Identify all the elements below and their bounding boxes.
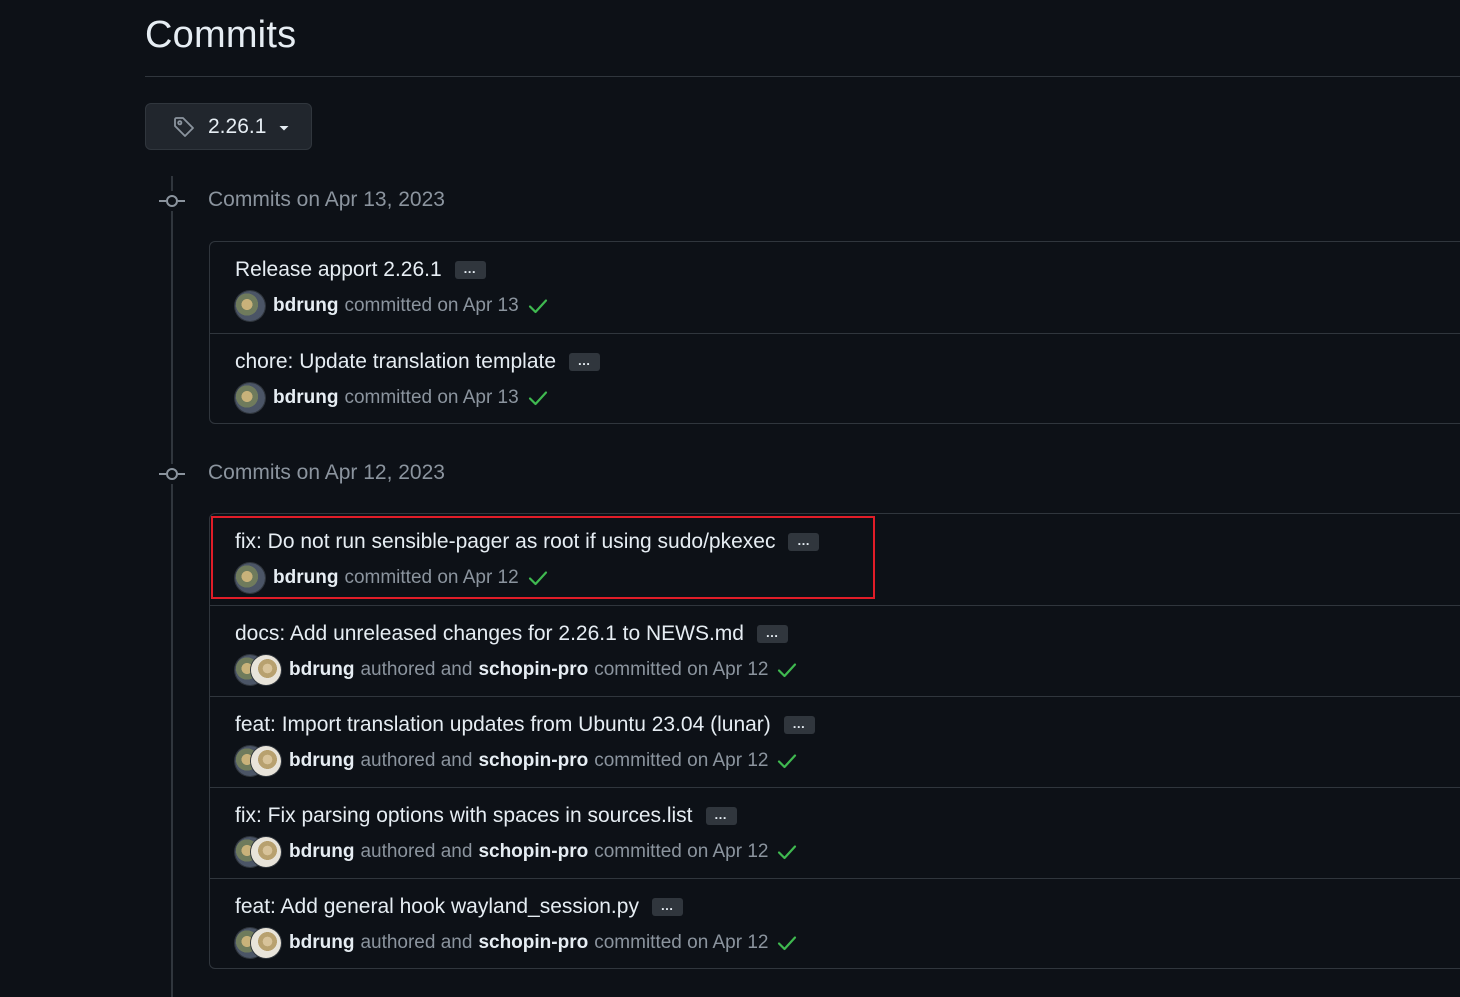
- check-icon[interactable]: [776, 750, 798, 772]
- committer-link[interactable]: schopin-pro: [478, 932, 588, 954]
- commit-meta-text: committed on Apr 12: [344, 567, 519, 588]
- tag-icon: [172, 115, 196, 139]
- expand-message-button[interactable]: …: [651, 898, 683, 916]
- timeline-line: [171, 176, 173, 997]
- commit-group-heading: Commits on Apr 12, 2023: [208, 461, 445, 484]
- commit-row: feat: Import translation updates from Ub…: [210, 696, 1460, 787]
- author-link[interactable]: bdrung: [289, 750, 354, 772]
- committer-avatar[interactable]: [251, 928, 281, 958]
- caret-down-icon: [278, 121, 290, 133]
- commit-title-link[interactable]: docs: Add unreleased changes for 2.26.1 …: [235, 622, 744, 646]
- commit-row: Release apport 2.26.1 … bdrung committed…: [210, 242, 1460, 333]
- check-icon[interactable]: [527, 567, 549, 589]
- expand-message-button[interactable]: …: [783, 716, 815, 734]
- author-link[interactable]: bdrung: [289, 841, 354, 863]
- commit-meta-text: committed on Apr 12: [594, 750, 769, 771]
- commit-title-link[interactable]: chore: Update translation template: [235, 350, 556, 374]
- commit-row: docs: Add unreleased changes for 2.26.1 …: [210, 605, 1460, 696]
- committer-link[interactable]: schopin-pro: [478, 659, 588, 681]
- author-link[interactable]: bdrung: [273, 567, 338, 589]
- commit-meta-text: committed on Apr 12: [594, 932, 769, 953]
- avatar[interactable]: [235, 563, 265, 593]
- commit-meta-text: committed on Apr 12: [594, 659, 769, 680]
- committer-link[interactable]: schopin-pro: [478, 841, 588, 863]
- check-icon[interactable]: [776, 841, 798, 863]
- commit-group-heading: Commits on Apr 13, 2023: [208, 188, 445, 211]
- commit-title-link[interactable]: fix: Fix parsing options with spaces in …: [235, 804, 693, 828]
- commit-row: fix: Do not run sensible-pager as root i…: [210, 514, 1460, 605]
- authored-text: authored and: [360, 841, 473, 862]
- commit-row: chore: Update translation template … bdr…: [210, 333, 1460, 423]
- authored-text: authored and: [360, 750, 473, 771]
- commit-meta-text: committed on Apr 13: [344, 295, 519, 316]
- avatar[interactable]: [235, 383, 265, 413]
- commit-row: fix: Fix parsing options with spaces in …: [210, 787, 1460, 878]
- commit-meta-text: committed on Apr 12: [594, 841, 769, 862]
- authored-text: authored and: [360, 932, 473, 953]
- commit-row: feat: Add general hook wayland_session.p…: [210, 878, 1460, 968]
- committer-link[interactable]: schopin-pro: [478, 750, 588, 772]
- author-link[interactable]: bdrung: [273, 295, 338, 317]
- avatar[interactable]: [235, 291, 265, 321]
- check-icon[interactable]: [776, 659, 798, 681]
- committer-avatar[interactable]: [251, 837, 281, 867]
- expand-message-button[interactable]: …: [454, 261, 486, 279]
- commit-meta-text: committed on Apr 13: [344, 387, 519, 408]
- commit-title-link[interactable]: fix: Do not run sensible-pager as root i…: [235, 530, 775, 554]
- committer-avatar[interactable]: [251, 746, 281, 776]
- branch-tag-selector[interactable]: 2.26.1: [145, 103, 312, 150]
- check-icon[interactable]: [527, 295, 549, 317]
- check-icon[interactable]: [527, 387, 549, 409]
- expand-message-button[interactable]: …: [569, 353, 601, 371]
- commit-group-icon: [158, 464, 186, 484]
- expand-message-button[interactable]: …: [788, 533, 820, 551]
- commit-list: Release apport 2.26.1 … bdrung committed…: [209, 241, 1460, 424]
- author-link[interactable]: bdrung: [289, 932, 354, 954]
- author-link[interactable]: bdrung: [289, 659, 354, 681]
- check-icon[interactable]: [776, 932, 798, 954]
- committer-avatar[interactable]: [251, 655, 281, 685]
- commit-list: fix: Do not run sensible-pager as root i…: [209, 513, 1460, 969]
- authored-text: authored and: [360, 659, 473, 680]
- commit-title-link[interactable]: feat: Add general hook wayland_session.p…: [235, 895, 639, 919]
- expand-message-button[interactable]: …: [705, 807, 737, 825]
- page-title: Commits: [145, 14, 297, 56]
- title-divider: [145, 76, 1460, 77]
- commit-title-link[interactable]: feat: Import translation updates from Ub…: [235, 713, 771, 737]
- author-link[interactable]: bdrung: [273, 387, 338, 409]
- expand-message-button[interactable]: …: [756, 625, 788, 643]
- commit-title-link[interactable]: Release apport 2.26.1: [235, 258, 442, 282]
- branch-tag-label: 2.26.1: [208, 114, 267, 138]
- commit-group-icon: [158, 191, 186, 211]
